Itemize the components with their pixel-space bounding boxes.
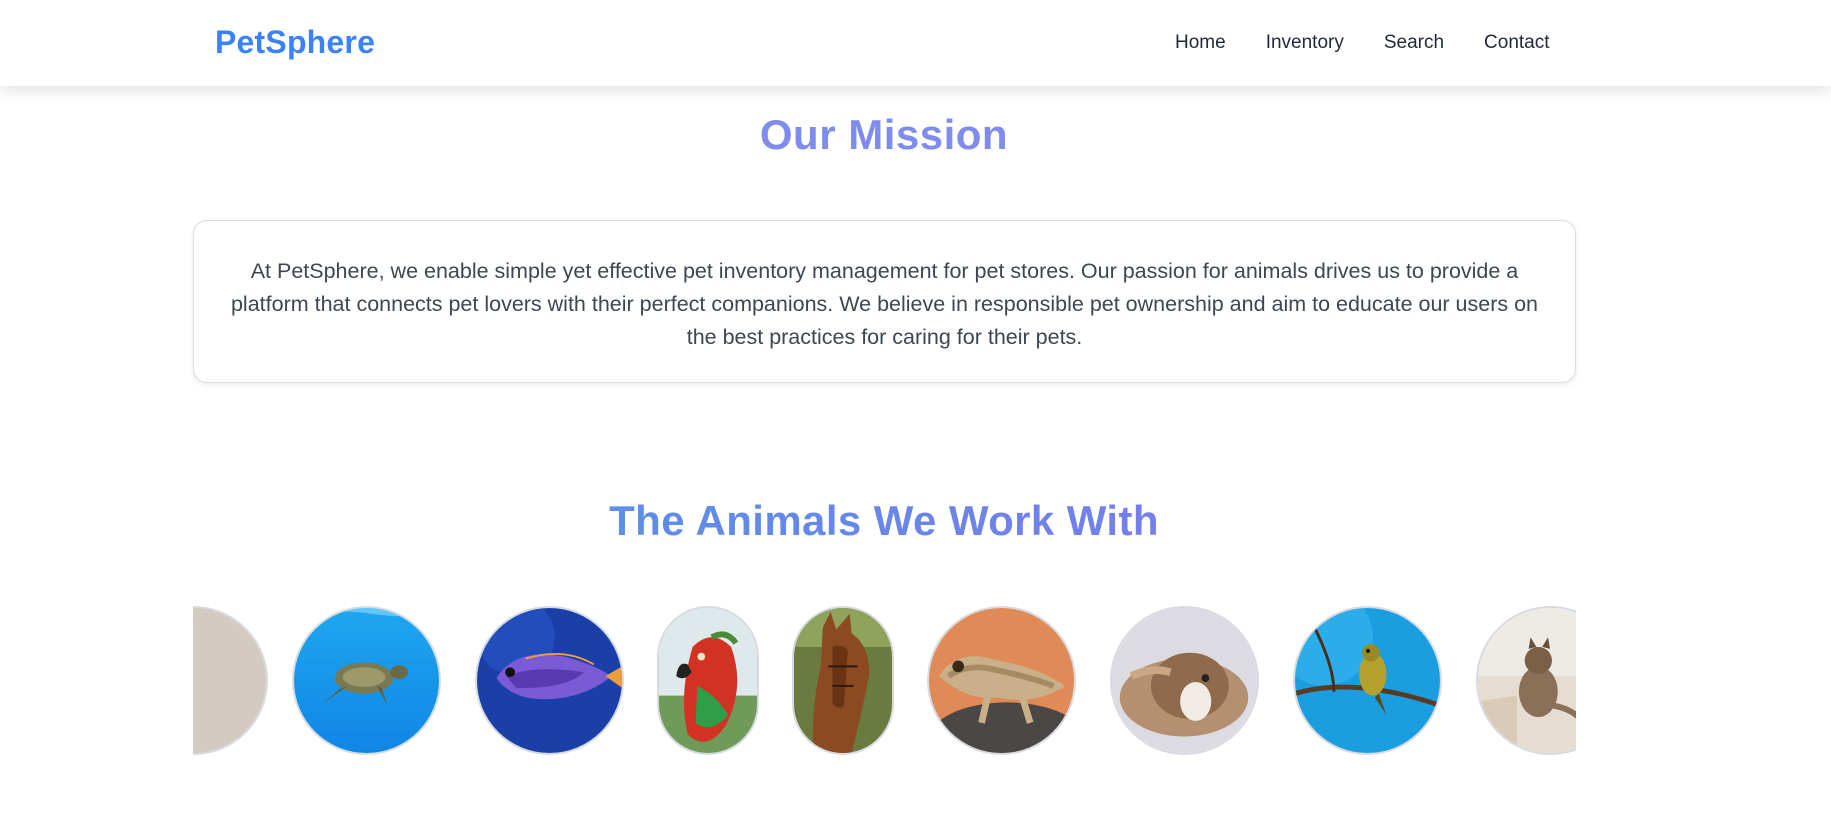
nav-home-link[interactable]: Home [1175, 30, 1226, 56]
nav-contact-link[interactable]: Contact [1484, 30, 1549, 56]
nav-inventory-link[interactable]: Inventory [1266, 30, 1344, 56]
mission-text: At PetSphere, we enable simple yet effec… [230, 259, 1539, 349]
navbar: PetSphere Home Inventory Search Contact [0, 0, 1831, 86]
animal-horse-image[interactable] [792, 606, 894, 755]
animals-carousel[interactable] [193, 605, 1576, 757]
animal-macaw-parrot-image[interactable] [657, 606, 759, 755]
animals-title: The Animals We Work With [0, 497, 1768, 545]
animal-gecko-image[interactable] [927, 606, 1076, 755]
nav-search-link[interactable]: Search [1384, 30, 1444, 56]
animal-partial-beige-image[interactable] [193, 606, 268, 755]
animal-guinea-pig-image[interactable] [1110, 606, 1259, 755]
animal-sea-turtle-image[interactable] [292, 606, 441, 755]
animal-songbird-image[interactable] [1293, 606, 1442, 755]
brand-logo[interactable]: PetSphere [215, 24, 375, 61]
mission-card: At PetSphere, we enable simple yet effec… [193, 220, 1576, 383]
mission-title: Our Mission [759, 111, 1009, 158]
animal-cat-image[interactable] [1476, 606, 1576, 755]
animal-tang-fish-image[interactable] [475, 606, 624, 755]
nav-links: Home Inventory Search Contact [1175, 30, 1550, 56]
